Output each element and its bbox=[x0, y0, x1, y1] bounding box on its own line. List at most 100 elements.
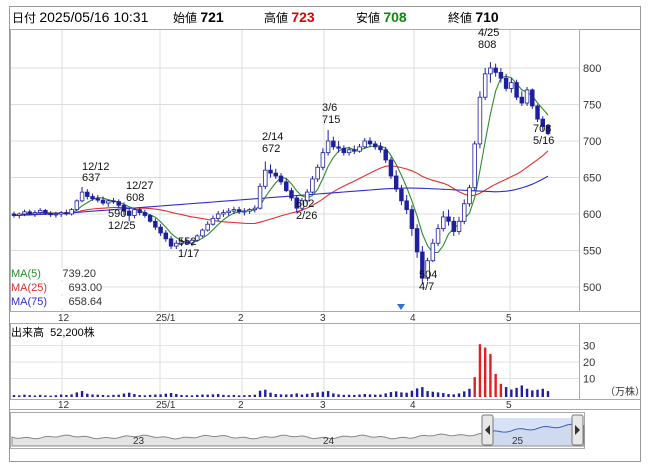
nav-year-label: 23 bbox=[133, 436, 145, 447]
price-tick-label: 650 bbox=[583, 173, 601, 185]
candle-body bbox=[142, 212, 148, 216]
price-tick-label: 800 bbox=[583, 63, 601, 75]
candle-body bbox=[37, 209, 43, 213]
candle bbox=[341, 145, 347, 156]
volume-bar bbox=[101, 395, 105, 397]
month-tick-label: 4 bbox=[410, 313, 416, 324]
volume-bar bbox=[504, 387, 508, 397]
candle bbox=[69, 208, 74, 216]
price-tick-label: 750 bbox=[583, 100, 601, 112]
candle-body bbox=[11, 213, 17, 216]
volume-bar bbox=[196, 394, 199, 397]
candle-body bbox=[399, 188, 404, 202]
candle bbox=[477, 91, 483, 149]
month-tick-label: 3 bbox=[320, 313, 326, 324]
annotation-top: 504 bbox=[419, 269, 437, 281]
candle-body bbox=[200, 229, 205, 237]
candle-body bbox=[69, 209, 74, 215]
candle bbox=[153, 218, 158, 231]
candle bbox=[289, 187, 294, 201]
navigator-left-handle[interactable] bbox=[481, 414, 494, 446]
candle bbox=[482, 68, 488, 101]
candle bbox=[268, 164, 273, 178]
high-label: 高値 bbox=[264, 11, 289, 25]
month-tick-label: 2 bbox=[238, 313, 244, 324]
navigator-right-handle[interactable] bbox=[571, 414, 584, 446]
annotation-bottom: 672 bbox=[262, 143, 280, 155]
ma25-label: MA(25) bbox=[11, 282, 48, 294]
candle-body bbox=[456, 220, 462, 232]
candle-body bbox=[85, 191, 90, 197]
candle-body bbox=[530, 89, 535, 107]
annotation-bottom: 12/25 bbox=[108, 220, 136, 232]
nav-year-label: 24 bbox=[323, 436, 335, 447]
candle-body bbox=[331, 140, 336, 148]
volume-axis: 30 20 10 bbox=[583, 341, 595, 386]
candle bbox=[32, 210, 38, 217]
volume-bar bbox=[18, 395, 21, 397]
candle-body bbox=[535, 105, 540, 120]
candle-body bbox=[153, 220, 158, 228]
annotation-top: 3/6 bbox=[322, 102, 337, 114]
volume-bar bbox=[122, 393, 126, 397]
volume-tick-label: 20 bbox=[583, 357, 595, 369]
volume-bar bbox=[394, 391, 398, 397]
candle bbox=[331, 136, 336, 150]
candle bbox=[163, 230, 169, 242]
candle-body bbox=[435, 228, 441, 244]
nav-year-label: 25 bbox=[512, 436, 524, 447]
volume-bar bbox=[38, 394, 42, 397]
volume-bar bbox=[164, 393, 168, 397]
candle bbox=[79, 186, 85, 203]
volume-bar bbox=[300, 394, 304, 397]
volume-bar bbox=[431, 391, 435, 397]
volume-bar bbox=[442, 393, 445, 397]
low-value: 708 bbox=[383, 9, 407, 25]
price-tick-label: 500 bbox=[583, 282, 601, 294]
candle-body bbox=[509, 82, 514, 89]
candle bbox=[451, 216, 456, 236]
volume-bar bbox=[321, 391, 325, 397]
volume-bar bbox=[489, 354, 492, 397]
candle-body bbox=[273, 172, 278, 177]
volume-bar bbox=[421, 387, 424, 397]
candle-body bbox=[132, 209, 137, 216]
candle-body bbox=[430, 242, 436, 262]
volume-bar bbox=[23, 394, 26, 397]
volume-unit: （万株） bbox=[605, 387, 645, 398]
volume-bar bbox=[316, 392, 319, 397]
candle-body bbox=[498, 71, 504, 79]
volume-series bbox=[12, 344, 550, 397]
candle-body bbox=[289, 190, 294, 199]
volume-bar bbox=[232, 395, 236, 397]
price-tick-label: 550 bbox=[583, 246, 601, 258]
open-value: 721 bbox=[200, 9, 224, 25]
candle-body bbox=[451, 220, 456, 232]
volume-bar bbox=[389, 392, 393, 397]
candle bbox=[414, 224, 420, 258]
volume-bar bbox=[384, 393, 387, 397]
candle-body bbox=[320, 152, 326, 168]
candle bbox=[393, 170, 399, 193]
volume-tick-label: 30 bbox=[583, 341, 595, 353]
candle bbox=[111, 197, 116, 204]
header-high: 高値 723 bbox=[264, 9, 315, 26]
volume-bar bbox=[211, 394, 215, 397]
candle bbox=[325, 130, 331, 156]
candle bbox=[357, 143, 362, 153]
ma5-label: MA(5) bbox=[11, 268, 41, 280]
annotation-bottom: 2/26 bbox=[296, 210, 317, 222]
ma75-label: MA(75) bbox=[11, 296, 48, 308]
candle bbox=[430, 238, 436, 263]
volume-bar bbox=[368, 394, 372, 397]
range-navigator[interactable]: 23 24 25 bbox=[11, 414, 585, 447]
volume-bar bbox=[12, 395, 16, 397]
volume-bar bbox=[426, 391, 429, 397]
candle-body bbox=[158, 226, 163, 234]
annotation-top: 552 bbox=[178, 236, 196, 248]
volume-title: 出来高 52,200株 bbox=[11, 324, 95, 340]
chart-canvas: 12/1263712/2760859012/255521/172/1467260… bbox=[9, 6, 641, 462]
ma25-value: 693.00 bbox=[68, 282, 103, 294]
volume-bar bbox=[169, 393, 173, 397]
month-tick-label: 4 bbox=[410, 400, 416, 411]
